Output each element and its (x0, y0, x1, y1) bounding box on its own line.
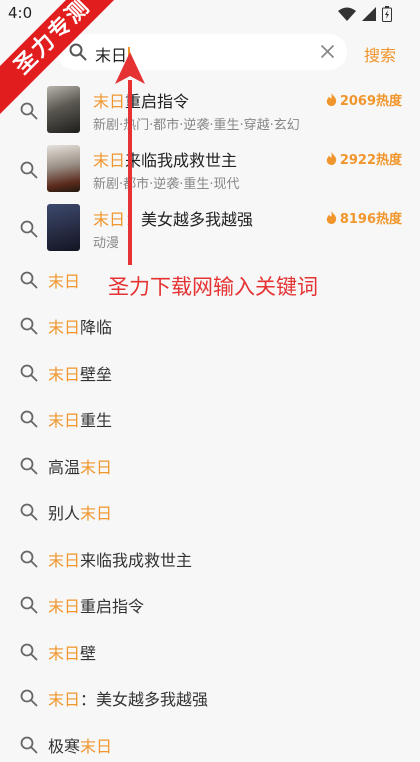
clear-icon[interactable] (320, 44, 335, 59)
status-time: 4:0 (8, 4, 33, 22)
suggestion-text: 高温末日 (48, 458, 113, 477)
search-icon (20, 596, 38, 614)
search-icon (69, 43, 87, 61)
suggestion-text: 末日来临我成救世主 (48, 551, 193, 570)
poster-thumbnail (47, 145, 80, 192)
suggestion-text: 末日降临 (48, 318, 113, 337)
heat-badge: 8196热度 (326, 208, 402, 227)
search-input[interactable]: 末日 (57, 34, 347, 70)
suggestion-item[interactable]: 末日降临 (0, 311, 420, 343)
suggestion-item[interactable]: 末日重生 (0, 404, 420, 436)
fire-icon (326, 211, 336, 224)
poster-thumbnail (47, 204, 80, 251)
fire-icon (326, 152, 336, 165)
poster-thumbnail (47, 86, 80, 133)
wifi-icon (338, 7, 356, 21)
suggestion-text: 末日重生 (48, 411, 113, 430)
heat-badge: 2069热度 (326, 90, 402, 109)
heat-badge: 2922热度 (326, 149, 402, 168)
suggestion-text: 末日：美女越多我越强 (48, 690, 209, 709)
search-icon (20, 457, 38, 475)
search-icon (20, 643, 38, 661)
search-icon (20, 102, 38, 120)
suggestion-item[interactable]: 别人末日 (0, 497, 420, 529)
suggestion-text: 末日 (48, 272, 81, 291)
suggestion-item[interactable]: 末日壁 (0, 637, 420, 669)
search-icon (20, 271, 38, 289)
suggestion-text: 别人末日 (48, 504, 113, 523)
suggestion-text: 末日壁 (48, 644, 97, 663)
suggestion-text: 末日重启指令 (48, 597, 145, 616)
search-icon (20, 161, 38, 179)
search-icon (20, 364, 38, 382)
search-icon (20, 736, 38, 754)
search-icon (20, 220, 38, 238)
suggestion-item[interactable]: 末日壁垒 (0, 358, 420, 390)
annotation-arrow-icon (115, 52, 145, 265)
search-button[interactable]: 搜索 (364, 42, 396, 66)
search-icon (20, 317, 38, 335)
result-item[interactable]: 末日重启指令 新剧·热门·都市·逆袭·重生·穿越·玄幻 2069热度 (0, 86, 420, 140)
search-icon (20, 410, 38, 428)
suggestion-item[interactable]: 末日：美女越多我越强 (0, 683, 420, 715)
result-item[interactable]: 末日：美女越多我越强 动漫 8196热度 (0, 204, 420, 258)
fire-icon (326, 93, 336, 106)
suggestion-text: 末日壁垒 (48, 365, 113, 384)
status-icons (338, 6, 392, 22)
annotation-text: 圣力下载网输入关键词 (108, 275, 318, 299)
suggestion-text: 极寒末日 (48, 737, 113, 756)
signal-icon (362, 7, 376, 21)
suggestion-item[interactable]: 末日来临我成救世主 (0, 544, 420, 576)
result-item[interactable]: 末日来临我成救世主 新剧·都市·逆袭·重生·现代 2922热度 (0, 145, 420, 199)
battery-icon (382, 6, 392, 22)
search-icon (20, 503, 38, 521)
search-icon (20, 550, 38, 568)
suggestion-item[interactable]: 极寒末日 (0, 730, 420, 762)
suggestion-item[interactable]: 末日重启指令 (0, 590, 420, 622)
suggestion-item[interactable]: 高温末日 (0, 451, 420, 483)
search-icon (20, 689, 38, 707)
